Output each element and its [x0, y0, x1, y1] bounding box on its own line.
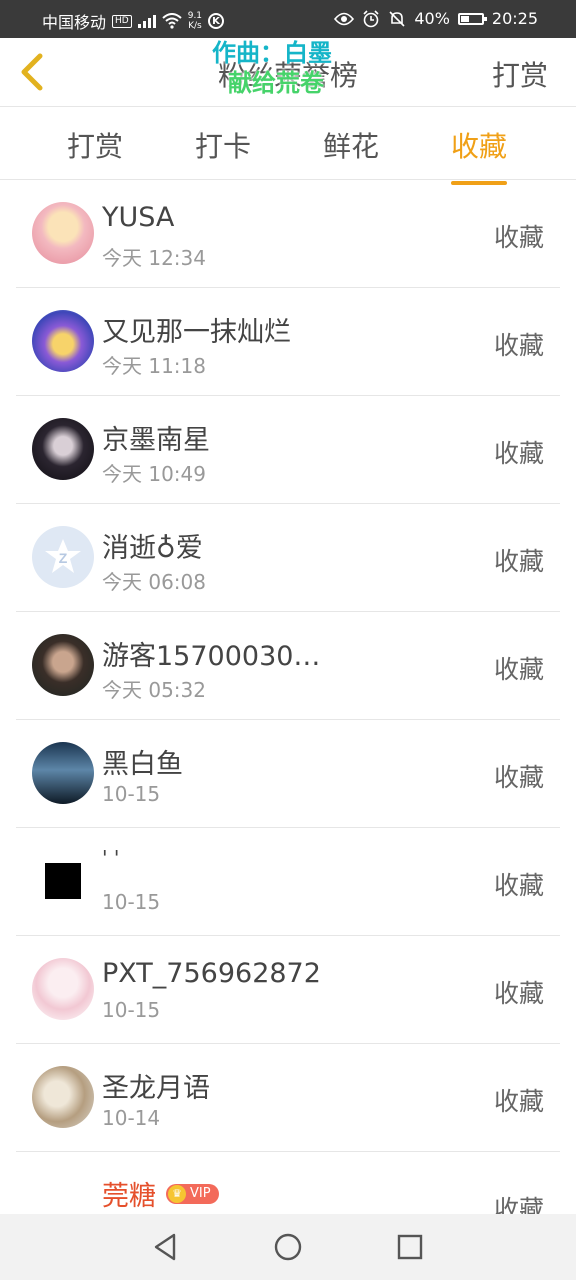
favorites-list: YUSA 今天 12:34 收藏 又见那一抹灿烂 今天 11:18 收藏 京墨南…: [0, 180, 576, 1259]
avatar: [32, 634, 94, 696]
user-name: 莞糖: [102, 1181, 156, 1212]
user-name: 圣龙月语: [102, 1073, 210, 1104]
action-label: 收藏: [493, 979, 544, 1008]
vip-label: VIP: [190, 1186, 211, 1201]
avatar-image: [45, 863, 81, 899]
avatar: [32, 418, 94, 480]
list-item[interactable]: 游客15700030… 今天 05:32 收藏: [16, 612, 560, 720]
list-item[interactable]: Z 消逝♁爱 今天 06:08 收藏: [16, 504, 560, 612]
tab-checkin[interactable]: 打卡: [195, 125, 251, 165]
hd-badge: HD: [112, 14, 132, 28]
action-label: 收藏: [493, 439, 544, 468]
action-label: 收藏: [493, 1087, 544, 1116]
default-avatar-icon: Z: [45, 539, 81, 573]
fav-time: 10-15: [102, 998, 161, 1022]
fav-time: 今天 10:49: [102, 462, 206, 486]
user-name-row: 莞糖 ♛ VIP: [102, 1174, 219, 1213]
user-name: 消逝♁爱: [102, 533, 203, 564]
triangle-back-icon[interactable]: [150, 1232, 180, 1262]
avatar: [32, 850, 94, 912]
crown-icon: ♛: [168, 1184, 186, 1203]
svg-text:Z: Z: [59, 550, 68, 566]
user-name: 黑白鱼: [102, 749, 183, 780]
fav-time: 今天 12:34: [102, 246, 206, 270]
user-name: 又见那一抹灿烂: [102, 317, 291, 348]
list-item[interactable]: PXT_756962872 10-15 收藏: [16, 936, 560, 1044]
avatar: [32, 958, 94, 1020]
list-item[interactable]: YUSA 今天 12:34 收藏: [16, 180, 560, 288]
status-bar: 中国移动 HD 9.1 K/s K 40% 20:25: [0, 0, 576, 38]
header: 粉丝荣誉榜 作曲：白墨 献给荒卷 打赏: [0, 38, 576, 107]
fav-time: 10-15: [102, 890, 161, 914]
tab-favorites[interactable]: 收藏: [451, 125, 508, 185]
tab-favorites-label: 收藏: [451, 130, 508, 163]
net-speed: 9.1 K/s: [188, 11, 202, 31]
action-label: 收藏: [493, 763, 544, 792]
lyrics-line-2: 献给荒卷: [228, 69, 324, 97]
reward-button[interactable]: 打赏: [492, 54, 548, 94]
carrier-label: 中国移动: [42, 13, 107, 32]
battery-percent: 40%: [414, 9, 450, 28]
eye-icon: [334, 12, 355, 25]
signal-icon: [137, 14, 156, 28]
user-name: PXT_756962872: [102, 958, 321, 989]
list-item[interactable]: 又见那一抹灿烂 今天 11:18 收藏: [16, 288, 560, 396]
action-label: 收藏: [493, 547, 544, 576]
avatar: [32, 202, 94, 264]
tab-flowers[interactable]: 鲜花: [323, 125, 379, 165]
tab-reward[interactable]: 打赏: [67, 125, 123, 165]
lyrics-overlay: 作曲：白墨 献给荒卷: [212, 38, 332, 98]
action-label: 收藏: [493, 331, 544, 360]
fav-time: 10-14: [102, 1106, 161, 1130]
fav-time: 今天 06:08: [102, 570, 206, 594]
tab-bar: 打赏 打卡 鲜花 收藏: [0, 107, 576, 185]
list-item[interactable]: 京墨南星 今天 10:49 收藏: [16, 396, 560, 504]
mute-bell-icon: [389, 10, 405, 27]
avatar: [32, 310, 94, 372]
fav-time: 10-15: [102, 782, 161, 806]
k-app-icon: K: [208, 13, 225, 29]
net-speed-value: 9.1: [187, 11, 203, 21]
wifi-icon: [162, 13, 182, 29]
list-item[interactable]: ' ' 10-15 收藏: [16, 828, 560, 936]
circle-home-icon[interactable]: [273, 1232, 303, 1262]
battery-icon: [457, 12, 487, 25]
vip-badge: ♛ VIP: [166, 1183, 219, 1204]
user-name: 游客15700030…: [102, 641, 321, 672]
net-speed-unit: K/s: [188, 21, 202, 31]
action-label: 收藏: [493, 655, 544, 684]
square-recent-icon[interactable]: [395, 1232, 425, 1262]
clock: 20:25: [491, 9, 538, 28]
avatar: [32, 1066, 94, 1128]
user-name: YUSA: [102, 202, 175, 233]
system-nav-bar: [0, 1214, 576, 1280]
user-name: 京墨南星: [102, 425, 210, 456]
action-label: 收藏: [493, 223, 544, 252]
list-item[interactable]: 黑白鱼 10-15 收藏: [16, 720, 560, 828]
fav-time: 今天 11:18: [102, 354, 206, 378]
action-label: 收藏: [493, 871, 544, 900]
lyrics-line-1: 作曲：白墨: [212, 39, 332, 67]
user-name: ' ': [102, 846, 120, 870]
avatar: Z: [32, 526, 94, 588]
fav-time: 今天 05:32: [102, 678, 206, 702]
alarm-icon: [363, 9, 379, 27]
avatar: [32, 742, 94, 804]
list-item[interactable]: 圣龙月语 10-14 收藏: [16, 1044, 560, 1152]
